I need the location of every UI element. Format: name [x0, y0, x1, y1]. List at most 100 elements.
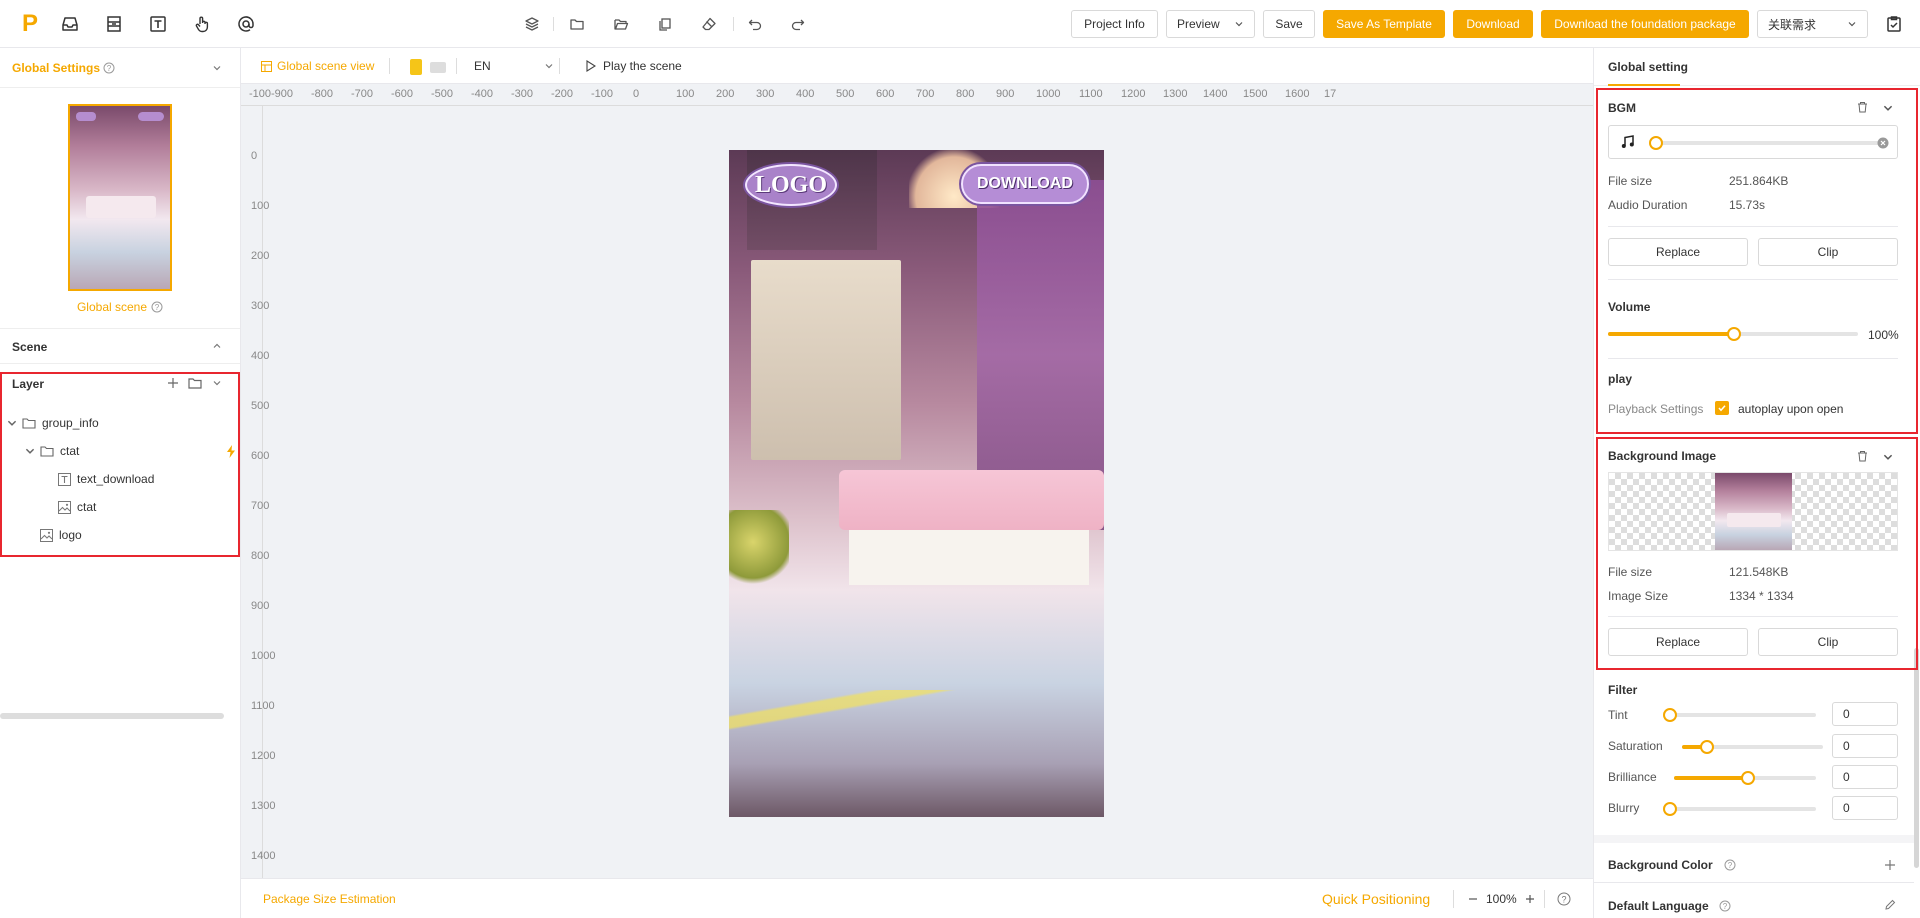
add-folder-icon[interactable]	[188, 377, 202, 389]
chevron-down-icon[interactable]	[212, 378, 222, 388]
bgm-progress-track[interactable]	[1649, 136, 1880, 150]
filter-title: Filter	[1608, 683, 1638, 697]
plus-icon[interactable]	[167, 377, 179, 389]
chevron-down-icon[interactable]	[212, 63, 222, 73]
package-size-link[interactable]: Package Size Estimation	[263, 892, 396, 906]
layer-row-ctat-image[interactable]: ctat	[58, 494, 236, 520]
plus-icon[interactable]	[1884, 859, 1896, 871]
bgm-clip-button[interactable]: Clip	[1758, 238, 1898, 266]
default-language-row[interactable]: Default Language ?	[1594, 888, 1914, 918]
preview-dropdown[interactable]: Preview	[1166, 10, 1255, 38]
help-icon[interactable]: ?	[103, 62, 115, 74]
inbox-icon[interactable]	[58, 12, 82, 36]
pencil-icon[interactable]	[1884, 899, 1896, 911]
language-select[interactable]: EN	[474, 59, 554, 73]
at-icon[interactable]	[234, 12, 258, 36]
autoplay-checkbox[interactable]	[1715, 401, 1729, 415]
clipboard-check-icon[interactable]	[1882, 12, 1906, 36]
filter-tint-knob[interactable]	[1663, 708, 1677, 722]
svg-text:?: ?	[107, 64, 112, 73]
filter-tint-input[interactable]: 0	[1832, 702, 1898, 726]
filter-brilliance-knob[interactable]	[1741, 771, 1755, 785]
filter-saturation-knob[interactable]	[1700, 740, 1714, 754]
play-scene-button[interactable]: Play the scene	[586, 59, 682, 73]
text-icon[interactable]	[146, 12, 170, 36]
layer-row-logo[interactable]: logo	[40, 522, 236, 548]
device-portrait-toggle[interactable]	[410, 59, 422, 75]
global-scene-caption: Global scene ?	[0, 300, 240, 314]
autoplay-label[interactable]: autoplay upon open	[1738, 402, 1843, 416]
preview-download-badge[interactable]: DOWNLOAD	[961, 164, 1089, 204]
help-icon[interactable]: ?	[1557, 892, 1571, 906]
device-landscape-toggle[interactable]	[430, 62, 446, 73]
global-settings-header[interactable]: Global Settings ?	[0, 48, 240, 88]
play-label: play	[1608, 372, 1633, 386]
layer-row-ctat-folder[interactable]: ctat	[24, 438, 236, 464]
global-scene-view-tab[interactable]: Global scene view	[261, 59, 374, 73]
eraser-icon[interactable]	[697, 12, 721, 36]
help-icon[interactable]: ?	[151, 301, 163, 313]
volume-slider[interactable]	[1608, 327, 1858, 341]
trash-icon[interactable]	[1857, 450, 1868, 462]
folder-icon[interactable]	[565, 12, 589, 36]
language-value: EN	[474, 59, 491, 73]
save-as-template-button[interactable]: Save As Template	[1323, 10, 1445, 38]
volume-knob[interactable]	[1727, 327, 1741, 341]
bg-replace-button[interactable]: Replace	[1608, 628, 1748, 656]
horizontal-scrollbar[interactable]	[0, 713, 224, 719]
bg-image-preview[interactable]	[1608, 472, 1898, 551]
lightning-icon[interactable]	[226, 445, 236, 458]
related-needs-dropdown[interactable]: 关联需求	[1757, 10, 1868, 38]
bgm-progress-knob[interactable]	[1649, 136, 1663, 150]
chevron-up-icon[interactable]	[212, 341, 222, 351]
filter-brilliance-input[interactable]: 0	[1832, 765, 1898, 789]
undo-icon[interactable]	[743, 12, 767, 36]
help-icon[interactable]: ?	[1724, 859, 1736, 871]
help-icon[interactable]: ?	[1719, 900, 1731, 912]
save-button[interactable]: Save	[1263, 10, 1315, 38]
app-logo[interactable]: P	[16, 10, 44, 38]
global-setting-tab[interactable]: Global setting	[1608, 60, 1688, 74]
download-button[interactable]: Download	[1453, 10, 1533, 38]
close-icon[interactable]	[1877, 137, 1889, 149]
ruler-x-tick: 400	[796, 88, 815, 100]
preview-logo-badge[interactable]: LOGO	[745, 164, 837, 206]
filter-tint-slider[interactable]	[1663, 708, 1816, 722]
volume-value: 100%	[1868, 328, 1899, 342]
zoom-in-icon[interactable]	[1525, 894, 1535, 904]
filter-saturation-input[interactable]: 0	[1832, 734, 1898, 758]
global-scene-thumbnail[interactable]	[68, 104, 172, 291]
redo-icon[interactable]	[786, 12, 810, 36]
trash-icon[interactable]	[1857, 101, 1868, 113]
download-foundation-button[interactable]: Download the foundation package	[1541, 10, 1749, 38]
copy-icon[interactable]	[653, 12, 677, 36]
scene-preview[interactable]: LOGO DOWNLOAD	[729, 150, 1104, 817]
right-panel-scrollbar[interactable]	[1914, 648, 1919, 868]
bg-color-row[interactable]: Background Color ?	[1594, 848, 1914, 882]
filter-brilliance-slider[interactable]	[1674, 771, 1816, 785]
touch-icon[interactable]	[190, 12, 214, 36]
filter-blurry-slider[interactable]	[1663, 802, 1816, 816]
filter-blurry-knob[interactable]	[1663, 802, 1677, 816]
chevron-down-icon[interactable]	[1882, 451, 1894, 463]
bgm-player[interactable]	[1608, 125, 1898, 159]
zoom-out-icon[interactable]	[1468, 894, 1478, 904]
layout-icon[interactable]	[102, 12, 126, 36]
bg-clip-button[interactable]: Clip	[1758, 628, 1898, 656]
project-info-button[interactable]: Project Info	[1071, 10, 1158, 38]
preview-bed-frame	[849, 530, 1089, 585]
layers-icon[interactable]	[520, 12, 544, 36]
layer-row-group-info[interactable]: group_info	[6, 410, 236, 436]
bgm-replace-button[interactable]: Replace	[1608, 238, 1748, 266]
filter-saturation-slider[interactable]	[1682, 740, 1823, 754]
filter-blurry-label: Blurry	[1608, 801, 1640, 815]
quick-positioning-link[interactable]: Quick Positioning	[1322, 891, 1430, 907]
scene-header[interactable]: Scene	[0, 329, 240, 363]
folder-open-icon[interactable]	[609, 12, 633, 36]
filter-blurry-input[interactable]: 0	[1832, 796, 1898, 820]
chevron-down-icon[interactable]	[6, 417, 18, 429]
chevron-down-icon[interactable]	[24, 445, 36, 457]
chevron-down-icon[interactable]	[1882, 102, 1894, 114]
bg-image-thumbnail	[1715, 473, 1792, 550]
layer-row-text-download[interactable]: text_download	[58, 466, 236, 492]
